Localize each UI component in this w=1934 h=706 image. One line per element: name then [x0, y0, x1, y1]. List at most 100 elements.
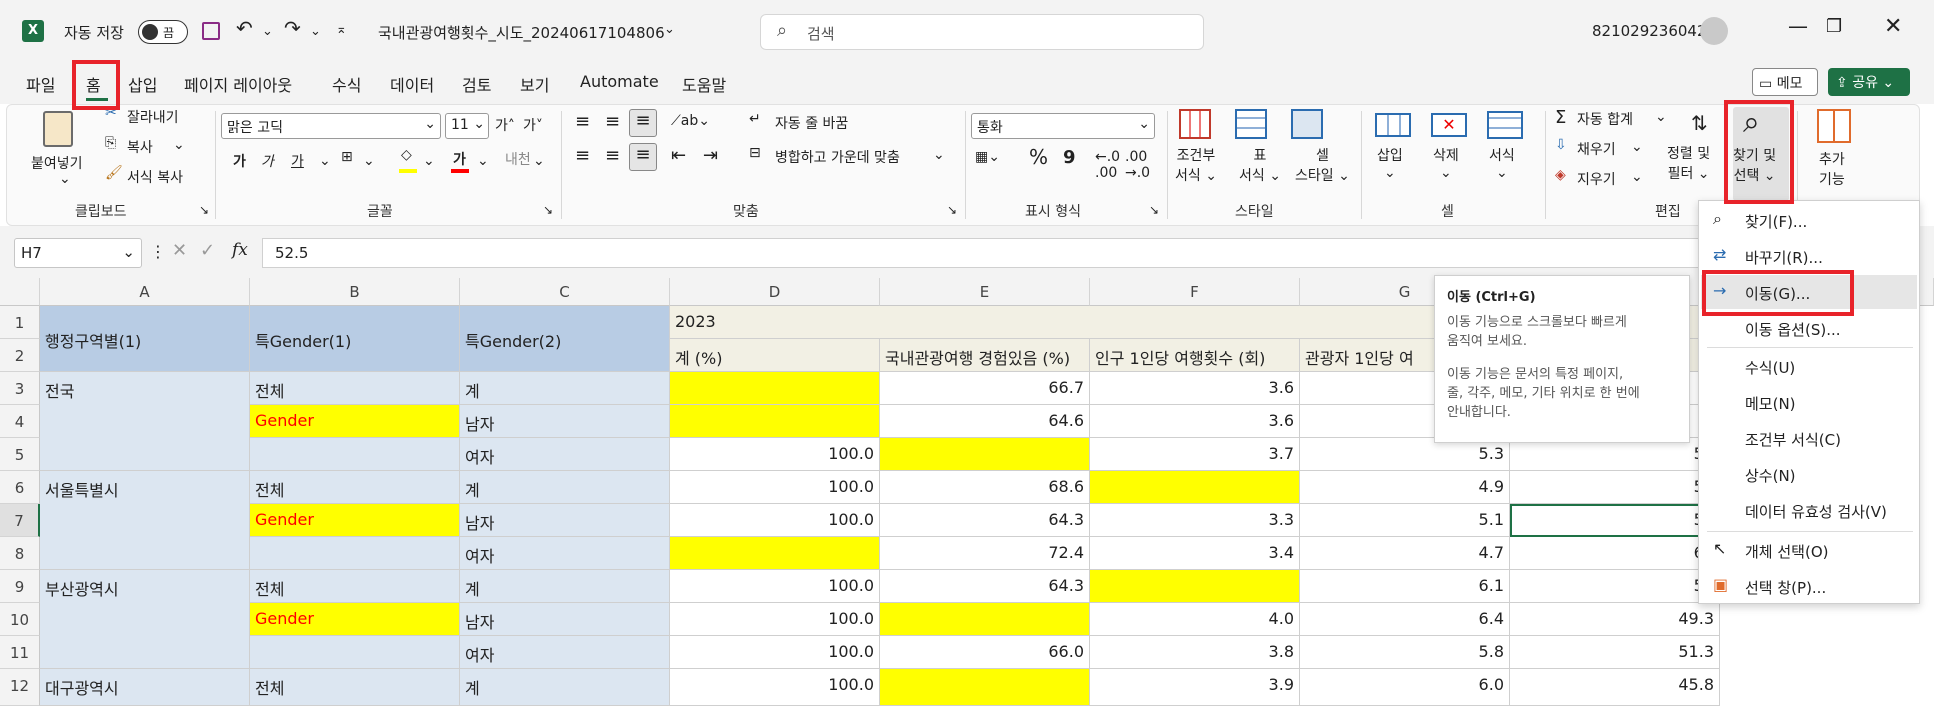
- merge-center-button[interactable]: 병합하고 가운데 맞춤: [775, 147, 900, 167]
- cell-b1[interactable]: 특Gender(1): [250, 306, 460, 372]
- clipboard-launcher-icon[interactable]: ↘: [199, 203, 209, 217]
- shrink-font-icon[interactable]: 가˅: [523, 115, 543, 135]
- cell-f6[interactable]: [1090, 471, 1300, 504]
- align-bottom-icon[interactable]: ≡: [629, 109, 657, 137]
- align-left-icon[interactable]: ≡: [575, 145, 590, 166]
- font-color-icon[interactable]: 가: [453, 149, 466, 169]
- row-header[interactable]: 3: [0, 372, 40, 405]
- format-table-icon[interactable]: [1235, 109, 1267, 139]
- cell-c3[interactable]: 계: [460, 372, 670, 405]
- undo-icon[interactable]: ↶: [236, 16, 253, 40]
- tab-insert[interactable]: 삽입: [128, 72, 157, 96]
- orientation-icon[interactable]: ⟋ab⌄: [671, 113, 710, 129]
- menu-item-notes[interactable]: 메모(N): [1745, 393, 1796, 414]
- cell-f4[interactable]: 3.6: [1090, 405, 1300, 438]
- customize-qat-icon[interactable]: ⌅: [336, 22, 347, 37]
- cell-a6[interactable]: 서울특별시: [40, 471, 250, 570]
- decrease-indent-icon[interactable]: ⇤: [671, 145, 686, 166]
- conditional-format-icon[interactable]: [1179, 109, 1211, 139]
- insert-function-icon[interactable]: fx: [232, 240, 248, 260]
- underline-button[interactable]: 가: [291, 151, 304, 171]
- delete-cells-button[interactable]: 삭제 ⌄: [1433, 145, 1459, 181]
- cell-d11[interactable]: 100.0: [670, 636, 880, 669]
- cell-d8[interactable]: [670, 537, 880, 570]
- cell-d10[interactable]: 100.0: [670, 603, 880, 636]
- row-header[interactable]: 7: [0, 504, 40, 537]
- cell-d12[interactable]: 100.0: [670, 669, 880, 706]
- tab-data[interactable]: 데이터: [390, 72, 434, 96]
- restore-icon[interactable]: ❐: [1826, 16, 1842, 37]
- cell-f11[interactable]: 3.8: [1090, 636, 1300, 669]
- tab-automate[interactable]: Automate: [580, 72, 659, 91]
- cell-b3[interactable]: 전체: [250, 372, 460, 405]
- sort-filter-button[interactable]: 정렬 및 필터 ⌄: [1667, 143, 1710, 183]
- menu-item-selection-pane[interactable]: 선택 창(P)...: [1745, 577, 1826, 598]
- sort-filter-icon[interactable]: ⇅: [1691, 111, 1708, 135]
- cell-b4[interactable]: Gender: [250, 405, 460, 438]
- redo-icon[interactable]: ↷: [284, 16, 301, 40]
- align-top-icon[interactable]: ≡: [575, 111, 590, 132]
- cell-b9[interactable]: 전체: [250, 570, 460, 603]
- cell-b10[interactable]: Gender: [250, 603, 460, 636]
- cell-e6[interactable]: 68.6: [880, 471, 1090, 504]
- merge-center-icon[interactable]: ⊟: [749, 145, 761, 161]
- paste-button[interactable]: 붙여넣기: [31, 153, 83, 173]
- cell-styles-button[interactable]: 셀 스타일 ⌄: [1295, 145, 1350, 185]
- format-painter-button[interactable]: 서식 복사: [127, 167, 183, 187]
- column-header-c[interactable]: C: [460, 278, 670, 306]
- cell-c1[interactable]: 특Gender(2): [460, 306, 670, 372]
- cell-c4[interactable]: 남자: [460, 405, 670, 438]
- cell-g7[interactable]: 5.1: [1300, 504, 1510, 537]
- copy-dropdown-icon[interactable]: ⌄: [173, 137, 185, 153]
- cell-b12[interactable]: 전체: [250, 669, 460, 706]
- cell-h7-selected[interactable]: 52: [1510, 504, 1720, 537]
- number-format-select[interactable]: 통화 ⌄: [971, 113, 1155, 139]
- wrap-text-icon[interactable]: ↵: [749, 111, 761, 127]
- cell-c12[interactable]: 계: [460, 669, 670, 706]
- cell-a3[interactable]: 전국: [40, 372, 250, 471]
- avatar[interactable]: [1700, 17, 1728, 45]
- fill-button[interactable]: 채우기: [1577, 139, 1616, 159]
- phonetic-icon[interactable]: 내천: [505, 149, 531, 169]
- copy-icon[interactable]: ⎘: [105, 135, 116, 151]
- cell-e11[interactable]: 66.0: [880, 636, 1090, 669]
- format-table-button[interactable]: 표 서식 ⌄: [1239, 145, 1281, 185]
- tab-help[interactable]: 도움말: [682, 72, 726, 96]
- wrap-text-button[interactable]: 자동 줄 바꿈: [775, 113, 848, 133]
- align-middle-icon[interactable]: ≡: [605, 111, 620, 132]
- cell-b11[interactable]: [250, 636, 460, 669]
- cell-e4[interactable]: 64.6: [880, 405, 1090, 438]
- more-options-icon[interactable]: ⋮: [150, 242, 166, 261]
- menu-item-data-validation[interactable]: 데이터 유효성 검사(V): [1745, 501, 1887, 522]
- cell-e8[interactable]: 72.4: [880, 537, 1090, 570]
- cell-f9[interactable]: [1090, 570, 1300, 603]
- cell-a9[interactable]: 부산광역시: [40, 570, 250, 669]
- cell-a12[interactable]: 대구광역시: [40, 669, 250, 706]
- cell-c5[interactable]: 여자: [460, 438, 670, 471]
- cell-e5[interactable]: [880, 438, 1090, 471]
- cell-d4[interactable]: [670, 405, 880, 438]
- column-header-d[interactable]: D: [670, 278, 880, 306]
- insert-cells-icon[interactable]: [1375, 113, 1411, 137]
- paste-icon[interactable]: [43, 111, 73, 147]
- underline-dropdown-icon[interactable]: ⌄: [319, 153, 331, 169]
- autosum-button[interactable]: 자동 합계: [1577, 109, 1633, 129]
- cell-f3[interactable]: 3.6: [1090, 372, 1300, 405]
- cell-h6[interactable]: 56: [1510, 471, 1720, 504]
- save-icon[interactable]: [202, 22, 220, 40]
- redo-dropdown-icon[interactable]: ⌄: [310, 24, 321, 39]
- menu-item-conditional-format[interactable]: 조건부 서식(C): [1745, 429, 1841, 450]
- phonetic-dropdown-icon[interactable]: ⌄: [533, 153, 545, 169]
- cell-g10[interactable]: 6.4: [1300, 603, 1510, 636]
- column-header-e[interactable]: E: [880, 278, 1090, 306]
- cell-b6[interactable]: 전체: [250, 471, 460, 504]
- cell-h8[interactable]: 60: [1510, 537, 1720, 570]
- menu-item-find[interactable]: 찾기(F)...: [1745, 211, 1807, 232]
- font-color-dropdown-icon[interactable]: ⌄: [477, 153, 489, 169]
- insert-cells-button[interactable]: 삽입 ⌄: [1377, 145, 1403, 181]
- row-header[interactable]: 6: [0, 471, 40, 504]
- cell-g8[interactable]: 4.7: [1300, 537, 1510, 570]
- cell-h10[interactable]: 49.3: [1510, 603, 1720, 636]
- row-header[interactable]: 8: [0, 537, 40, 570]
- menu-item-constants[interactable]: 상수(N): [1745, 465, 1796, 486]
